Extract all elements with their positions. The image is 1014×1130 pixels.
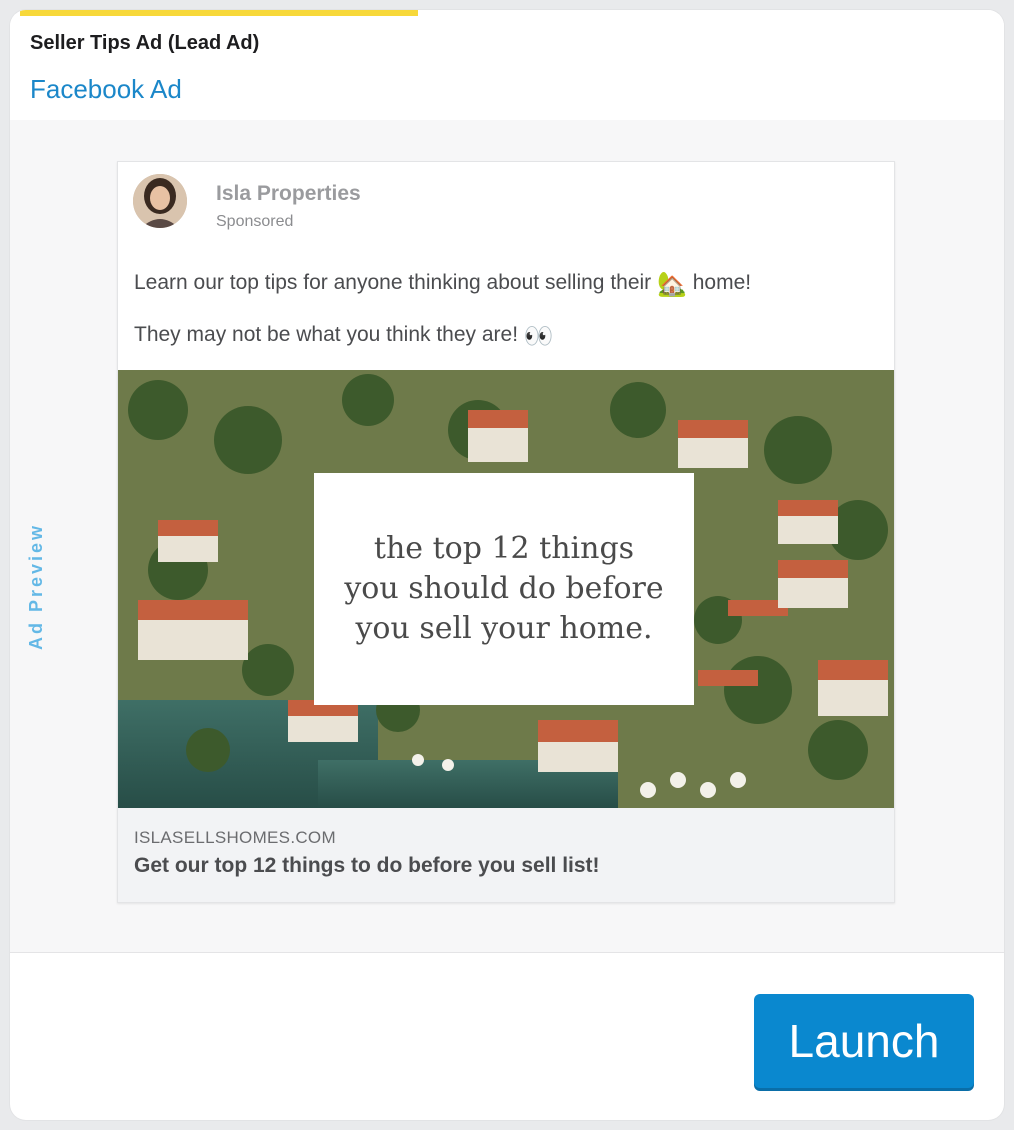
- avatar-portrait-icon: [133, 174, 187, 228]
- ad-platform-label: Facebook Ad: [30, 74, 182, 104]
- house-emoji-icon: 🏡: [657, 271, 687, 298]
- overlay-text-line: you should do before: [344, 571, 664, 606]
- ad-header: Seller Tips Ad (Lead Ad) Facebook Ad: [10, 10, 1004, 120]
- link-headline: Get our top 12 things to do before you s…: [134, 854, 600, 877]
- post-text-line-2: They may not be what you think they are!…: [134, 322, 554, 351]
- overlay-text-line: the top 12 things: [373, 531, 635, 566]
- link-preview[interactable]: ISLASELLSHOMES.COM Get our top 12 things…: [118, 808, 894, 902]
- ad-overlay-text-card: the top 12 things you should do before y…: [314, 473, 694, 705]
- ad-review-card: Seller Tips Ad (Lead Ad) Facebook Ad Ad …: [10, 10, 1004, 1120]
- launch-button[interactable]: Launch: [754, 994, 974, 1088]
- ad-image[interactable]: the top 12 things you should do before y…: [118, 370, 894, 808]
- page-name[interactable]: Isla Properties: [216, 182, 361, 206]
- sponsored-label: Sponsored: [216, 213, 294, 230]
- link-domain: ISLASELLSHOMES.COM: [134, 828, 336, 847]
- eyes-emoji-icon: 👀: [523, 323, 554, 350]
- facebook-post-preview: Isla Properties Sponsored Learn our top …: [117, 161, 895, 903]
- post-text: Learn our top tips for anyone thinking a…: [134, 271, 652, 294]
- post-text: They may not be what you think they are!: [134, 323, 519, 346]
- ad-preview-label: Ad Preview: [26, 522, 46, 650]
- overlay-text-line: you sell your home.: [355, 611, 653, 646]
- ad-title: Seller Tips Ad (Lead Ad): [30, 32, 260, 54]
- post-text-end: home!: [692, 271, 752, 294]
- post-text-line-1: Learn our top tips for anyone thinking a…: [134, 270, 751, 299]
- progress-bar: [20, 10, 418, 16]
- avatar: [133, 174, 187, 228]
